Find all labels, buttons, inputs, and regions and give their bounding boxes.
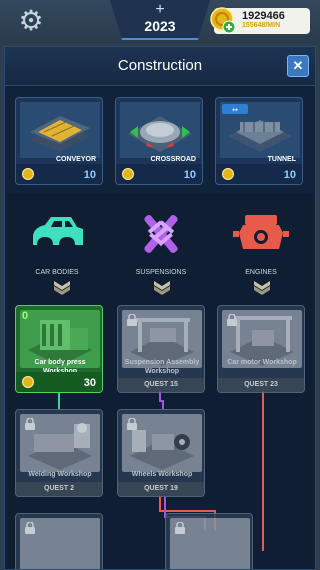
quest-requirement: QUEST 2 [16, 482, 102, 496]
workshop-card-locked-partial[interactable] [165, 513, 253, 569]
quest-requirement: QUEST 15 [118, 378, 204, 392]
lock-icon [25, 418, 35, 430]
workshop-price: 30 [83, 377, 96, 389]
chevron-down-icon [54, 281, 70, 295]
owned-count: 0 [22, 310, 29, 322]
workshop-card-car-motor[interactable]: Car motor Workshop QUEST 23 [217, 305, 305, 393]
lock-icon [175, 522, 185, 534]
workshop-name: Welding Workshop [28, 471, 92, 478]
chevron-down-icon [254, 281, 270, 295]
chevron-down-icon [154, 281, 170, 295]
coin-amount: 1929466 [242, 10, 285, 22]
card-price: 10 [83, 169, 96, 181]
lock-icon [227, 314, 237, 326]
workshop-name: Car motor Workshop [227, 359, 297, 366]
car-body-icon [33, 217, 83, 245]
quest-requirement: QUEST 23 [218, 378, 304, 392]
coin-icon [122, 168, 134, 180]
year-value: 2023 [144, 18, 176, 34]
close-button[interactable]: ✕ [287, 55, 309, 77]
workshop-card-welding[interactable]: Welding Workshop QUEST 2 [15, 409, 103, 497]
lock-icon [127, 314, 137, 326]
coin-icon [22, 376, 34, 388]
crossroad-card[interactable]: CROSSROAD 10 [115, 97, 203, 185]
tunnel-card[interactable]: ↔ TUNNEL 10 [215, 97, 303, 185]
conveyor-image [20, 102, 100, 158]
card-name: CROSSROAD [150, 156, 196, 163]
coin-icon [22, 168, 34, 180]
category-label: SUSPENSIONS [135, 269, 187, 276]
card-name: TUNNEL [267, 156, 296, 163]
svg-text:↔: ↔ [232, 106, 238, 114]
crossroad-image [120, 102, 200, 158]
workshop-card-suspension-assembly[interactable]: Suspension Assembly Workshop QUEST 15 [117, 305, 205, 393]
header-divider [5, 85, 315, 86]
tunnel-image: ↔ [220, 102, 300, 158]
coin-rate: 155648/MIN [242, 22, 281, 29]
coin-plus-icon [210, 7, 236, 34]
card-price: 10 [183, 169, 196, 181]
engine-icon [233, 215, 289, 249]
card-name: CONVEYOR [55, 156, 96, 163]
coin-icon [222, 168, 234, 180]
category-label: ENGINES [245, 269, 277, 276]
gear-icon[interactable]: ⚙ [16, 6, 46, 36]
suspension-icon [144, 215, 178, 253]
conveyor-card[interactable]: CONVEYOR 10 [15, 97, 103, 185]
coin-balance[interactable]: 1929466 155648/MIN [210, 7, 310, 34]
year-plus-icon: + [155, 1, 165, 18]
top-bar: ⚙ + 2023 1929466 155648/MIN [0, 0, 320, 44]
year-tab[interactable]: + 2023 [110, 0, 210, 40]
workshop-name: Suspension Assembly Workshop [124, 359, 200, 375]
lock-icon [127, 418, 137, 430]
workshop-card-wheels[interactable]: Wheels Workshop QUEST 19 [117, 409, 205, 497]
panel-title: Construction [5, 47, 315, 85]
construction-panel: Construction ✕ CONVEYOR 10 CROSSROAD 10 … [4, 46, 316, 570]
category-label: CAR BODIES [35, 269, 79, 276]
workshop-card-car-body-press[interactable]: 0 Car body press Workshop 30 [15, 305, 103, 393]
workshop-name: Wheels Workshop [131, 471, 193, 478]
lock-icon [25, 522, 35, 534]
workshop-card-locked-partial[interactable] [15, 513, 103, 569]
card-price: 10 [283, 169, 296, 181]
quest-requirement: QUEST 19 [118, 482, 204, 496]
